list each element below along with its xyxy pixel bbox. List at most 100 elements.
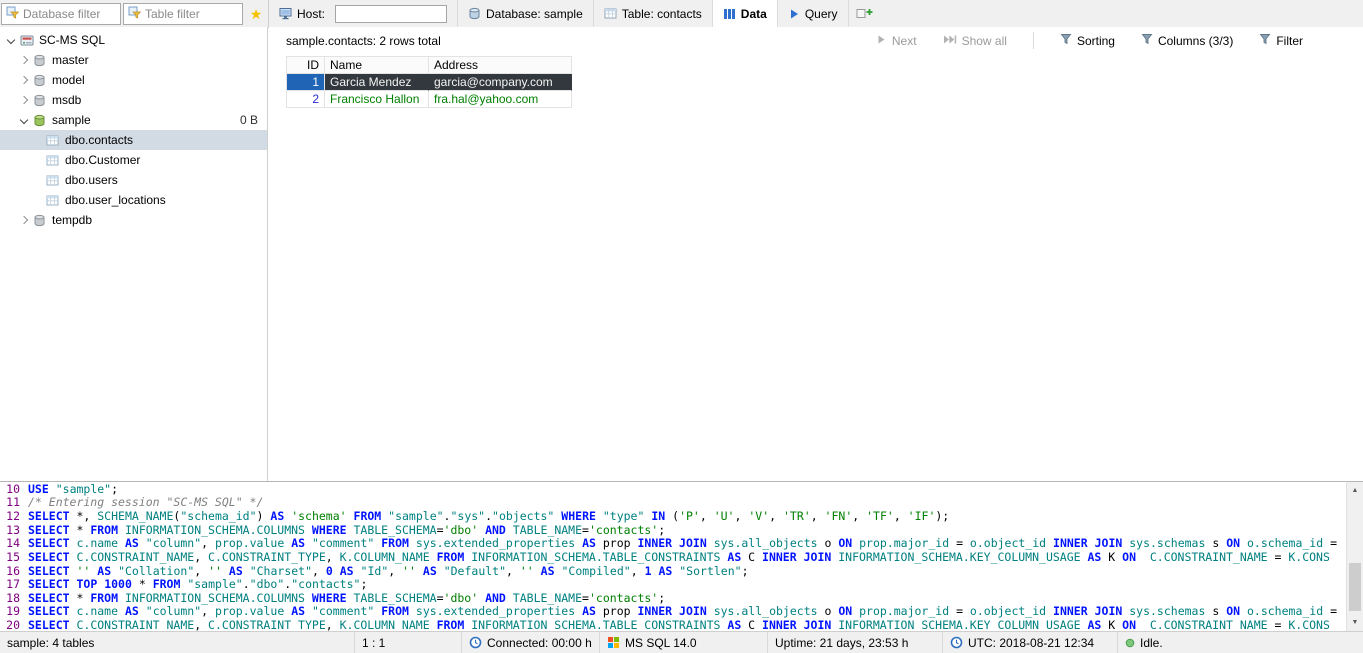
log-line-text: SELECT * FROM INFORMATION_SCHEMA.COLUMNS… [28,523,1346,537]
tree-item-msdb[interactable]: msdb [0,90,267,110]
button-label: Next [892,34,917,48]
show-all-icon [943,34,957,48]
line-number: 12 [0,509,20,523]
table-tree-icon [44,174,61,187]
server-icon [18,34,35,47]
tab-host[interactable]: Host: [269,0,458,27]
data-icon [723,8,736,20]
log-line: 19SELECT c.name AS "column", prop.value … [0,605,1346,619]
column-header-name[interactable]: Name [325,57,429,74]
expand-chevron[interactable] [17,210,31,230]
status-uptime: Uptime: 21 days, 23:53 h [768,632,943,653]
scroll-down-button[interactable]: ▼ [1347,614,1363,630]
db-icon [31,74,48,87]
tab-query[interactable]: Query [778,0,849,27]
tree-item-tempdb[interactable]: tempdb [0,210,267,230]
log-line-text: SELECT * FROM INFORMATION_SCHEMA.COLUMNS… [28,591,1346,605]
funnel-icon [1259,33,1271,48]
hostname-value-box[interactable] [335,5,447,23]
line-number: 13 [0,523,20,537]
tree-item-sample[interactable]: sample0 B [0,110,267,130]
cell[interactable]: 2 [287,91,325,108]
database-tree[interactable]: SC-MS SQLmaster model msdbsample0 Bdbo.con… [0,27,268,481]
idle-dot-icon [1125,638,1135,648]
log-line-text: SELECT '' AS "Collation", '' AS "Charset… [28,564,1346,578]
line-number: 17 [0,577,20,591]
status-text: Uptime: 21 days, 23:53 h [775,636,908,650]
table-row[interactable]: 1Garcia Mendezgarcia@company.com [287,74,572,91]
clock-icon [469,636,482,649]
grid-summary: sample.contacts: 2 rows total [286,34,441,48]
status-utc-time: UTC: 2018-08-21 12:34 [943,632,1118,653]
expand-chevron[interactable] [17,50,31,70]
column-header-id[interactable]: ID [287,57,325,74]
status-text: sample: 4 tables [7,636,94,650]
new-query-tab-button[interactable] [849,0,880,27]
funnel-icon [1060,33,1072,48]
table-row[interactable]: 2Francisco Hallonfra.hal@yahoo.com [287,91,572,108]
tab-label: Table: contacts [622,7,702,21]
tree-item-dbo-users[interactable]: dbo.users [0,170,267,190]
button-label: Sorting [1077,34,1115,48]
cell[interactable]: 1 [287,74,325,91]
log-line-text: SELECT C.CONSTRAINT_NAME, C.CONSTRAINT_T… [28,618,1346,632]
tab-data[interactable]: Data [713,0,778,27]
next-icon [876,34,887,48]
results-grid[interactable]: IDNameAddress1Garcia Mendezgarcia@compan… [286,56,572,108]
cell[interactable]: fra.hal@yahoo.com [429,91,572,108]
tab-table[interactable]: Table: contacts [594,0,713,27]
log-line: 17SELECT TOP 1000 * FROM "sample"."dbo".… [0,577,1346,591]
tree-item-dbo-contacts[interactable]: dbo.contacts [0,130,267,150]
tab-database[interactable]: Database: sample [458,0,594,27]
status-server-version: MS SQL 14.0 [600,632,768,653]
grid-header-row: IDNameAddress [287,57,572,74]
db-size-label: 0 B [240,113,258,127]
expand-chevron[interactable] [17,110,31,130]
expand-chevron[interactable] [17,90,31,110]
log-line-text: /* Entering session "SC-MS SQL" */ [28,496,1346,510]
table-filter-input[interactable]: Table filter [123,3,243,25]
tree-item-dbo-user-locations[interactable]: dbo.user_locations [0,190,267,210]
tree-item-model[interactable]: model [0,70,267,90]
expand-chevron[interactable] [4,30,18,50]
expand-chevron[interactable] [17,70,31,90]
status-state: Idle. [1118,632,1363,653]
columns-button[interactable]: Columns (3/3) [1141,33,1233,48]
button-label: Filter [1276,34,1303,48]
log-line-text: USE "sample"; [28,482,1346,496]
tree-item-master[interactable]: master [0,50,267,70]
status-text: UTC: 2018-08-21 12:34 [968,636,1094,650]
toolbar-separator [1033,32,1034,49]
filter-button[interactable]: Filter [1259,33,1303,48]
tree-item-sc-ms-sql[interactable]: SC-MS SQL [0,30,267,50]
next-button[interactable]: Next [876,34,917,48]
tree-item-label: model [52,73,85,87]
host-icon [279,7,292,20]
database-filter-input[interactable]: Database filter [1,3,121,25]
status-bar: sample: 4 tables1 : 1Connected: 00:00 hM… [0,631,1363,653]
table-tree-icon [44,154,61,167]
line-number: 10 [0,482,20,496]
cell[interactable]: Garcia Mendez [325,74,429,91]
scroll-up-button[interactable]: ▲ [1347,482,1363,498]
line-number: 16 [0,564,20,578]
database-filter-icon [6,6,19,22]
sorting-button[interactable]: Sorting [1060,33,1115,48]
log-line: 11 /* Entering session "SC-MS SQL" */ [0,496,1346,510]
tree-item-dbo-customer[interactable]: dbo.Customer [0,150,267,170]
cell[interactable]: garcia@company.com [429,74,572,91]
data-panel: sample.contacts: 2 rows total Next Show a… [269,27,1363,481]
column-header-address[interactable]: Address [429,57,572,74]
tree-item-label: tempdb [52,213,92,227]
log-vertical-scrollbar[interactable]: ▲ ▼ [1346,481,1363,631]
show-all-button[interactable]: Show all [943,34,1007,48]
clock-icon [950,636,963,649]
tab-label: Data [741,7,767,21]
line-number: 11 [0,496,20,510]
sql-log-panel[interactable]: 10 USE "sample"; 11 /* Entering session "SC… [0,481,1346,632]
favorites-star-icon[interactable]: ★ [244,1,268,27]
scrollbar-thumb[interactable] [1349,563,1361,611]
button-label: Show all [962,34,1007,48]
table-filter-icon [128,6,141,22]
cell[interactable]: Francisco Hallon [325,91,429,108]
